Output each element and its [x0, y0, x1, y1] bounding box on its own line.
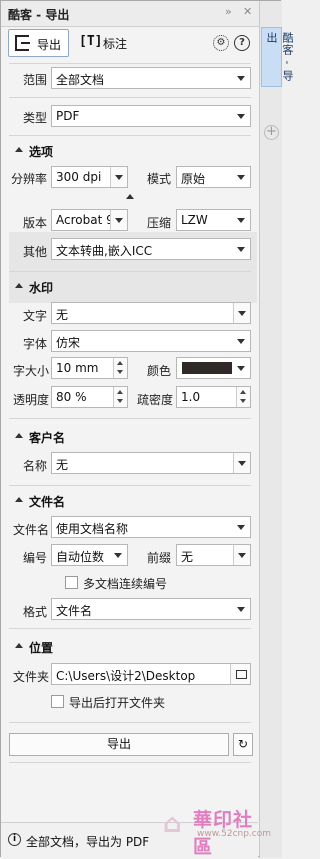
logo-url: www.52cnp.com	[197, 829, 272, 839]
divider	[9, 97, 251, 98]
customer-name-label: 名称	[22, 459, 47, 473]
stepper-icon[interactable]	[113, 358, 127, 378]
stepper-icon[interactable]	[113, 387, 127, 407]
docker-tab-export[interactable]: 酷客 - 导出	[261, 27, 294, 87]
filename-label: 文件名	[12, 523, 49, 537]
mode-select[interactable]: 原始	[176, 166, 251, 188]
opacity-label: 透明度	[12, 393, 49, 407]
options-section-header[interactable]: 选项	[14, 143, 53, 160]
export-icon	[15, 35, 30, 51]
export-button[interactable]: 导出	[9, 733, 229, 756]
expand-advanced-icon[interactable]	[126, 194, 134, 199]
format-select[interactable]: 文件名	[51, 598, 251, 620]
help-icon[interactable]: ?	[234, 35, 250, 51]
close-icon[interactable]: ✕	[243, 5, 252, 18]
chevron-down-icon	[237, 218, 245, 223]
chevron-down-icon	[237, 247, 245, 252]
divider	[9, 762, 251, 763]
chevron-down-icon	[237, 339, 245, 344]
logo-mark-icon: ⌂	[163, 809, 182, 839]
tab-export[interactable]: 导出	[8, 29, 69, 57]
add-docker-icon[interactable]: +	[264, 125, 279, 140]
format-label: 格式	[22, 605, 47, 619]
watermark-text-select[interactable]: 无	[51, 302, 251, 324]
opacity-input[interactable]: 80 %	[51, 386, 128, 408]
chevron-down-icon	[114, 553, 122, 558]
settings-icon[interactable]: ⚙	[213, 35, 229, 51]
divider	[9, 418, 251, 419]
info-icon: i	[8, 833, 21, 846]
resolution-select[interactable]: 300 dpi	[51, 166, 128, 188]
divider	[9, 271, 251, 272]
tab-annotate[interactable]: [T] 标注	[75, 29, 135, 57]
title-bar: 酷客 - 导出 » ✕	[1, 1, 259, 27]
open-folder-after-label: 导出后打开文件夹	[69, 696, 166, 710]
chevron-down-icon	[237, 114, 245, 119]
type-select[interactable]: PDF	[51, 105, 251, 127]
version-select[interactable]: Acrobat 9	[51, 209, 128, 231]
folder-label: 文件夹	[12, 670, 49, 684]
watermark-text-label: 文字	[22, 309, 47, 323]
browse-folder-icon[interactable]	[230, 664, 250, 684]
divider	[9, 722, 251, 723]
customer-name-select[interactable]: 无	[51, 452, 251, 474]
font-size-label: 字大小	[12, 364, 49, 378]
divider	[9, 63, 251, 64]
density-label: 疏密度	[136, 393, 173, 407]
site-watermark-logo: ⌂ 華印社區 www.52cnp.com	[163, 803, 271, 858]
watermark-section-header[interactable]: 水印	[14, 279, 53, 296]
number-select[interactable]: 自动位数	[51, 544, 128, 566]
resolution-label: 分辨率	[10, 172, 47, 186]
docker-tab-strip: 酷客 - 导出 +	[259, 1, 294, 858]
compression-select[interactable]: LZW	[176, 209, 251, 231]
filename-select[interactable]: 使用文档名称	[51, 516, 251, 538]
chevron-down-icon	[115, 218, 123, 223]
export-panel: 导出 [T] 标注 ⚙ ? 范围 全部文档 类型 PDF 选项 分辨率 300 …	[1, 27, 258, 858]
density-input[interactable]: 1.0	[176, 386, 251, 408]
scope-label: 范围	[22, 73, 47, 87]
divider	[9, 628, 251, 629]
chevron-down-icon	[238, 461, 246, 466]
version-label: 版本	[22, 216, 47, 230]
watermark-font-select[interactable]: 仿宋	[51, 330, 251, 352]
collapse-icon[interactable]: »	[225, 5, 232, 18]
other-label: 其他	[22, 245, 47, 259]
mode-label: 模式	[146, 172, 171, 186]
chevron-down-icon	[237, 525, 245, 530]
compression-label: 压缩	[146, 216, 171, 230]
watermark-font-label: 字体	[22, 337, 47, 351]
stepper-icon[interactable]	[236, 387, 250, 407]
status-text: 全部文档，导出为 PDF	[26, 835, 150, 849]
font-size-input[interactable]: 10 mm	[51, 357, 128, 379]
customer-section-header[interactable]: 客户名	[14, 429, 65, 446]
scope-select[interactable]: 全部文档	[51, 67, 251, 89]
color-swatch	[182, 362, 232, 374]
refresh-icon[interactable]: ↻	[233, 733, 253, 756]
folder-input[interactable]: C:\Users\设计2\Desktop	[51, 663, 251, 685]
open-folder-after-checkbox[interactable]	[51, 695, 64, 708]
color-label: 颜色	[146, 364, 171, 378]
window-title: 酷客 - 导出	[8, 8, 70, 22]
continuous-numbering-label: 多文档连续编号	[83, 577, 168, 591]
divider	[9, 135, 251, 136]
chevron-down-icon	[115, 175, 123, 180]
type-label: 类型	[22, 111, 47, 125]
divider	[9, 485, 251, 486]
other-select[interactable]: 文本转曲,嵌入ICC	[51, 238, 251, 260]
chevron-down-icon	[237, 366, 245, 371]
chevron-down-icon	[238, 311, 246, 316]
chevron-down-icon	[237, 175, 245, 180]
text-frame-icon: [T]	[79, 34, 103, 49]
color-picker[interactable]	[176, 357, 251, 379]
number-label: 编号	[22, 551, 47, 565]
filename-section-header[interactable]: 文件名	[14, 493, 65, 510]
prefix-label: 前缀	[146, 551, 171, 565]
location-section-header[interactable]: 位置	[14, 639, 53, 656]
export-window: 酷客 - 导出 » ✕ 酷客 - 导出 + 导出 [T] 标注 ⚙ ? 范围 全…	[0, 0, 294, 858]
prefix-select[interactable]: 无	[176, 544, 251, 566]
chevron-down-icon	[238, 553, 246, 558]
chevron-down-icon	[237, 607, 245, 612]
continuous-numbering-checkbox[interactable]	[65, 576, 78, 589]
chevron-down-icon	[237, 76, 245, 81]
